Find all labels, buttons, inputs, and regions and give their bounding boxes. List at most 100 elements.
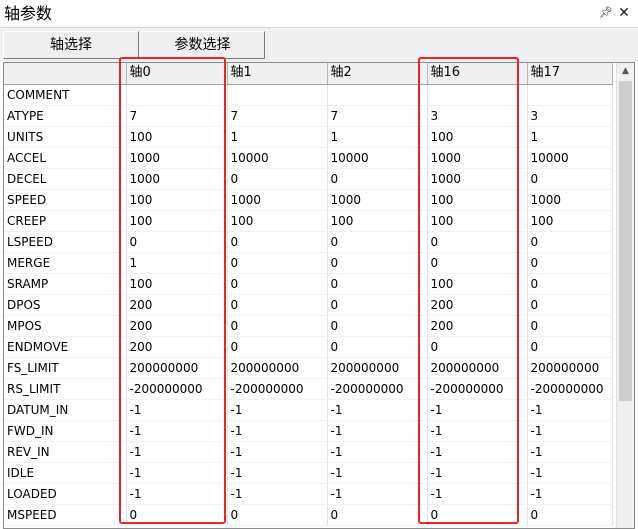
value-cell[interactable]: 0 (427, 336, 528, 358)
value-cell[interactable] (327, 84, 428, 106)
chevron-up-icon[interactable]: ▲ (617, 63, 634, 80)
value-cell[interactable]: 0 (427, 231, 528, 253)
value-cell[interactable]: 7 (227, 105, 328, 127)
value-cell[interactable]: 1000 (327, 189, 428, 211)
value-cell[interactable]: 0 (227, 252, 328, 274)
value-cell[interactable]: 0 (327, 231, 428, 253)
column-header[interactable]: 轴16 (427, 63, 528, 85)
value-cell[interactable]: 0 (227, 273, 328, 295)
value-cell[interactable]: -200000000 (527, 378, 613, 400)
value-cell[interactable]: -1 (327, 483, 428, 505)
value-cell[interactable]: -1 (327, 462, 428, 484)
value-cell[interactable]: 0 (527, 273, 613, 295)
value-cell[interactable]: -1 (527, 399, 613, 421)
value-cell[interactable]: 1000 (227, 189, 328, 211)
value-cell[interactable]: 0 (227, 231, 328, 253)
value-cell[interactable] (527, 84, 613, 106)
value-cell[interactable]: 1 (327, 126, 428, 148)
value-cell[interactable]: 100 (327, 210, 428, 232)
value-cell[interactable]: -1 (126, 420, 228, 442)
value-cell[interactable]: 1 (527, 126, 613, 148)
value-cell[interactable]: 0 (227, 336, 328, 358)
value-cell[interactable]: -200000000 (126, 378, 228, 400)
value-cell[interactable]: 1000 (126, 168, 228, 190)
value-cell[interactable]: -1 (327, 399, 428, 421)
value-cell[interactable]: 100 (427, 189, 528, 211)
value-cell[interactable]: 0 (527, 252, 613, 274)
axis-parameter-grid[interactable]: 轴0 轴1 轴2 轴16 轴17 COMMENT ATYPE 7 7 7 3 3 UNITS 100 1 1… (3, 62, 635, 529)
value-cell[interactable]: -1 (427, 420, 528, 442)
value-cell[interactable] (227, 84, 328, 106)
value-cell[interactable]: -200000000 (427, 378, 528, 400)
param-select-button[interactable]: 参数选择 (140, 31, 265, 59)
value-cell[interactable]: 0 (327, 504, 428, 526)
value-cell[interactable]: -200000000 (227, 378, 328, 400)
value-cell[interactable]: 7 (126, 105, 228, 127)
value-cell[interactable]: 200 (126, 315, 228, 337)
value-cell[interactable]: 100 (126, 189, 228, 211)
value-cell[interactable]: 200000000 (126, 357, 228, 379)
value-cell[interactable]: -1 (527, 462, 613, 484)
value-cell[interactable]: 0 (527, 336, 613, 358)
value-cell[interactable]: 10000 (327, 147, 428, 169)
value-cell[interactable]: 1 (227, 126, 328, 148)
value-cell[interactable]: 0 (327, 294, 428, 316)
value-cell[interactable]: -1 (427, 441, 528, 463)
vertical-scrollbar[interactable]: ▲ (616, 63, 634, 528)
value-cell[interactable]: -1 (126, 441, 228, 463)
axis-select-button[interactable]: 轴选择 (3, 31, 139, 59)
value-cell[interactable]: -1 (427, 462, 528, 484)
value-cell[interactable]: -1 (327, 441, 428, 463)
value-cell[interactable]: 0 (327, 336, 428, 358)
value-cell[interactable]: 0 (527, 231, 613, 253)
value-cell[interactable]: 0 (126, 504, 228, 526)
value-cell[interactable]: 0 (327, 252, 428, 274)
value-cell[interactable]: 0 (527, 315, 613, 337)
value-cell[interactable]: -1 (327, 420, 428, 442)
value-cell[interactable]: 100 (227, 210, 328, 232)
value-cell[interactable]: 0 (427, 504, 528, 526)
value-cell[interactable]: 0 (227, 168, 328, 190)
value-cell[interactable]: 3 (427, 105, 528, 127)
value-cell[interactable]: -1 (126, 399, 228, 421)
value-cell[interactable]: 7 (327, 105, 428, 127)
column-header[interactable]: 轴1 (227, 63, 328, 85)
value-cell[interactable]: 1000 (126, 147, 228, 169)
pin-icon[interactable]: 📌︎ (598, 5, 614, 21)
value-cell[interactable]: 1000 (427, 147, 528, 169)
value-cell[interactable]: 200000000 (327, 357, 428, 379)
value-cell[interactable]: 10000 (527, 147, 613, 169)
value-cell[interactable]: 1000 (427, 168, 528, 190)
value-cell[interactable]: 100 (427, 210, 528, 232)
value-cell[interactable]: -1 (527, 420, 613, 442)
value-cell[interactable]: 10000 (227, 147, 328, 169)
value-cell[interactable]: 200000000 (227, 357, 328, 379)
value-cell[interactable]: -1 (527, 441, 613, 463)
scrollbar-thumb[interactable] (619, 81, 632, 401)
value-cell[interactable]: 100 (126, 126, 228, 148)
close-icon[interactable]: ✕ (616, 5, 632, 21)
value-cell[interactable]: 1000 (527, 189, 613, 211)
value-cell[interactable]: -1 (527, 483, 613, 505)
value-cell[interactable]: -1 (227, 399, 328, 421)
value-cell[interactable]: 200000000 (527, 357, 613, 379)
value-cell[interactable]: 0 (427, 252, 528, 274)
value-cell[interactable]: -1 (126, 483, 228, 505)
column-header[interactable]: 轴2 (327, 63, 428, 85)
value-cell[interactable] (427, 84, 528, 106)
value-cell[interactable]: 100 (126, 210, 228, 232)
column-header[interactable]: 轴0 (126, 63, 228, 85)
value-cell[interactable]: 1 (126, 252, 228, 274)
value-cell[interactable]: 100 (126, 273, 228, 295)
value-cell[interactable]: -1 (427, 483, 528, 505)
value-cell[interactable]: -1 (427, 399, 528, 421)
value-cell[interactable]: -1 (227, 462, 328, 484)
value-cell[interactable]: 0 (527, 168, 613, 190)
value-cell[interactable]: 200000000 (427, 357, 528, 379)
value-cell[interactable]: 100 (427, 126, 528, 148)
value-cell[interactable]: -1 (227, 441, 328, 463)
value-cell[interactable]: 0 (227, 294, 328, 316)
value-cell[interactable]: -1 (227, 420, 328, 442)
value-cell[interactable]: 100 (527, 210, 613, 232)
value-cell[interactable]: 0 (527, 504, 613, 526)
